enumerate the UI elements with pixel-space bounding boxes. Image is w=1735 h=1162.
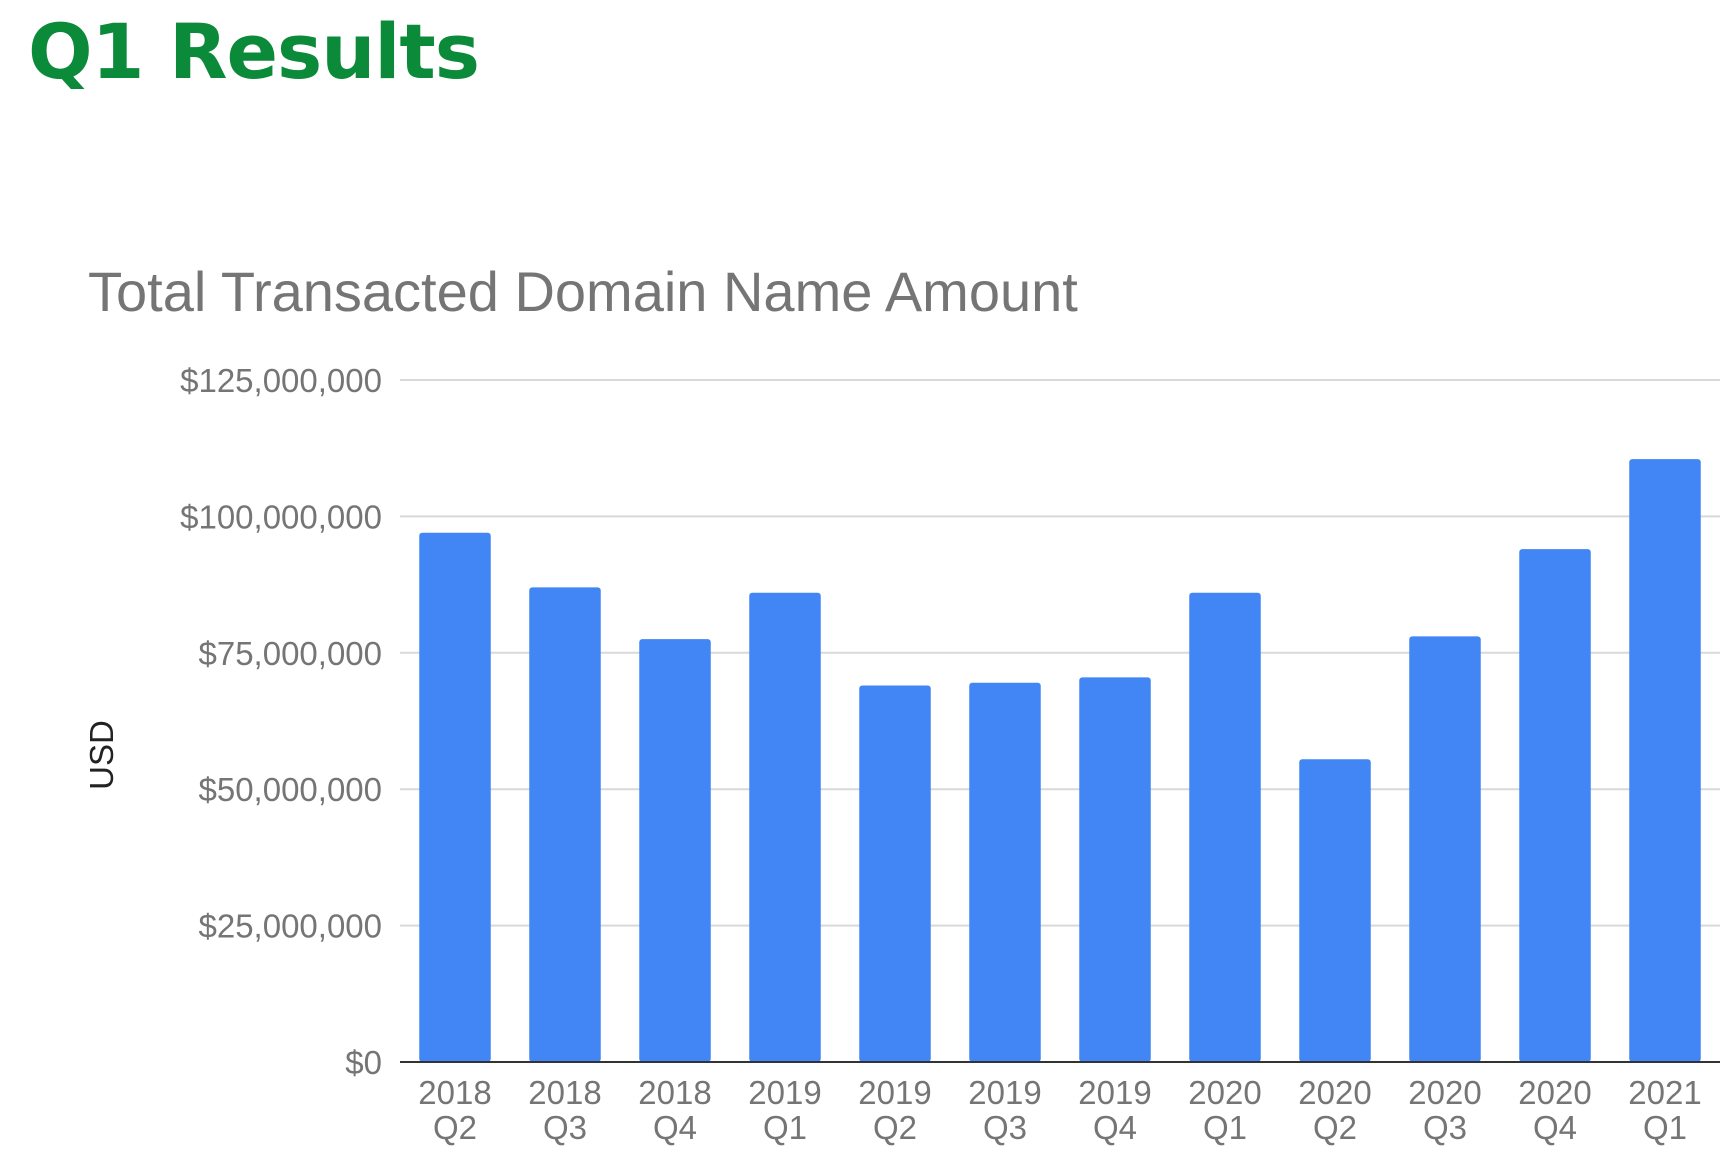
x-tick-label: 2019 — [748, 1074, 821, 1111]
bar — [1409, 636, 1481, 1062]
bar — [419, 532, 491, 1062]
bar — [529, 587, 601, 1062]
y-tick-label: $125,000,000 — [180, 362, 382, 399]
y-tick-label: $25,000,000 — [198, 908, 382, 945]
x-tick-label: Q4 — [1093, 1109, 1137, 1146]
x-tick-label: Q1 — [1643, 1109, 1687, 1146]
x-tick-label: 2020 — [1188, 1074, 1261, 1111]
y-axis-title: USD — [83, 720, 120, 790]
x-tick-label: Q3 — [1423, 1109, 1467, 1146]
y-tick-label: $50,000,000 — [198, 771, 382, 808]
y-axis-ticks: $0 $25,000,000 $50,000,000 $75,000,000 $100,… — [180, 362, 382, 1081]
x-tick-label: Q2 — [433, 1109, 477, 1146]
x-tick-label: 2020 — [1518, 1074, 1591, 1111]
x-tick-label: Q1 — [1203, 1109, 1247, 1146]
x-tick-label: 2019 — [858, 1074, 931, 1111]
x-axis-ticks: 2018Q22018Q32018Q42019Q12019Q22019Q32019… — [418, 1074, 1701, 1146]
x-tick-label: 2020 — [1298, 1074, 1371, 1111]
bar — [1079, 677, 1151, 1062]
bar — [1189, 592, 1261, 1062]
x-tick-label: Q4 — [1533, 1109, 1577, 1146]
bar — [639, 639, 711, 1062]
bar-chart: $0 $25,000,000 $50,000,000 $75,000,000 $100,… — [83, 362, 1720, 1146]
x-tick-label: 2019 — [968, 1074, 1041, 1111]
x-tick-label: Q2 — [1313, 1109, 1357, 1146]
x-tick-label: 2018 — [418, 1074, 491, 1111]
y-tick-label: $75,000,000 — [198, 635, 382, 672]
x-tick-label: Q3 — [983, 1109, 1027, 1146]
bar — [1299, 759, 1371, 1062]
x-tick-label: 2019 — [1078, 1074, 1151, 1111]
x-tick-label: 2018 — [638, 1074, 711, 1111]
bar — [1629, 459, 1701, 1062]
bar — [859, 685, 931, 1062]
bar — [1519, 549, 1591, 1062]
x-tick-label: Q3 — [543, 1109, 587, 1146]
bar — [749, 592, 821, 1062]
y-tick-label: $100,000,000 — [180, 498, 382, 535]
bar — [969, 682, 1041, 1062]
x-tick-label: 2021 — [1628, 1074, 1701, 1111]
bars — [419, 459, 1701, 1062]
x-tick-label: Q1 — [763, 1109, 807, 1146]
y-tick-label: $0 — [345, 1044, 382, 1081]
x-tick-label: 2020 — [1408, 1074, 1481, 1111]
x-tick-label: Q2 — [873, 1109, 917, 1146]
x-tick-label: 2018 — [528, 1074, 601, 1111]
x-tick-label: Q4 — [653, 1109, 697, 1146]
